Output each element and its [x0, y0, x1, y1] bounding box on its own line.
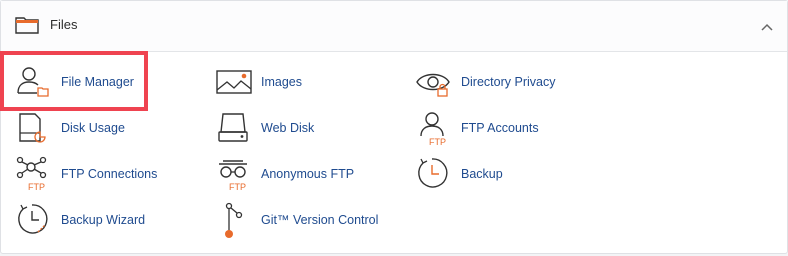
web-disk-label: Web Disk	[261, 121, 315, 135]
ftp-user-icon: FTP	[420, 112, 446, 147]
ftp-accounts-link[interactable]: FTP FTP Accounts	[415, 109, 555, 149]
collapse-button[interactable]	[757, 17, 777, 37]
backup-wizard-label: Backup Wizard	[61, 213, 146, 227]
folder-icon	[15, 17, 39, 34]
backup-link[interactable]: Backup	[415, 155, 515, 195]
backup-label: Backup	[461, 167, 503, 181]
git-icon	[225, 202, 243, 238]
git-version-control-label: Git™ Version Control	[261, 213, 379, 227]
disk-usage-label: Disk Usage	[61, 121, 125, 135]
backup-icon	[418, 158, 448, 188]
disk-usage-link[interactable]: Disk Usage	[15, 109, 135, 149]
directory-privacy-label: Directory Privacy	[461, 75, 556, 89]
anonymous-ftp-label: Anonymous FTP	[261, 167, 355, 181]
ftp-connections-label: FTP Connections	[61, 167, 158, 181]
backup-wizard-icon	[18, 204, 48, 234]
anonymous-ftp-link[interactable]: FTP Anonymous FTP	[215, 155, 355, 195]
file-manager-icon	[17, 67, 49, 97]
ftp-connections-icon: FTP	[16, 156, 47, 192]
ftp-text: FTP	[429, 137, 446, 147]
file-manager-link[interactable]: File Manager	[15, 63, 145, 103]
directory-privacy-link[interactable]: Directory Privacy	[415, 63, 565, 103]
image-icon	[216, 70, 252, 94]
ftp-text: FTP	[229, 182, 246, 192]
section-title: Files	[50, 17, 78, 32]
git-version-control-link[interactable]: Git™ Version Control	[215, 201, 379, 241]
images-label: Images	[261, 75, 302, 89]
chevron-up-icon	[761, 23, 773, 31]
web-disk-icon	[218, 113, 248, 142]
file-manager-label: File Manager	[61, 75, 134, 89]
ftp-text: FTP	[28, 182, 45, 192]
eye-lock-icon	[416, 73, 450, 97]
images-link[interactable]: Images	[215, 63, 335, 103]
web-disk-link[interactable]: Web Disk	[215, 109, 335, 149]
anonymous-ftp-icon: FTP	[219, 160, 247, 192]
ftp-accounts-label: FTP Accounts	[461, 121, 539, 135]
files-panel: Files File Manager Images Directory Priv…	[0, 0, 788, 254]
backup-wizard-link[interactable]: Backup Wizard	[15, 201, 145, 241]
ftp-connections-link[interactable]: FTP FTP Connections	[15, 155, 158, 195]
files-section-header[interactable]: Files	[1, 1, 787, 52]
disk-usage-icon	[19, 113, 46, 143]
